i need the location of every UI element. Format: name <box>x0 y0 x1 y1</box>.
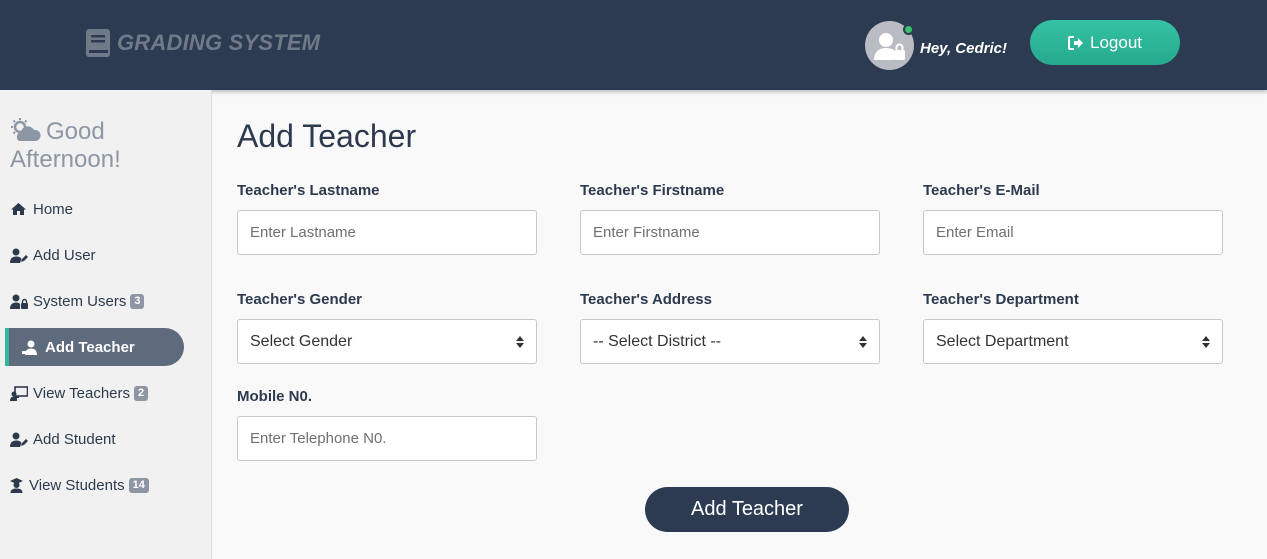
lastname-label: Teacher's Lastname <box>237 182 380 199</box>
users-lock-icon <box>10 293 28 309</box>
mobile-input[interactable] <box>237 416 537 461</box>
address-label: Teacher's Address <box>580 291 712 308</box>
user-avatar[interactable] <box>865 21 914 70</box>
sidebar-item-add-teacher[interactable]: Add Teacher <box>5 328 184 366</box>
sidebar-item-home[interactable]: Home <box>10 190 73 228</box>
sidebar-item-label: Add Teacher <box>45 338 135 356</box>
logout-label: Logout <box>1090 32 1142 52</box>
sidebar-item-label: Add Student <box>33 430 116 448</box>
email-input[interactable] <box>923 210 1223 255</box>
gender-selected-value: Select Gender <box>250 332 353 350</box>
department-select[interactable]: Select Department <box>923 319 1223 364</box>
address-select[interactable]: -- Select District -- <box>580 319 880 364</box>
mobile-label: Mobile N0. <box>237 388 313 405</box>
sidebar-item-label: View Teachers <box>33 384 131 402</box>
greeting-line2: Afternoon! <box>10 146 121 173</box>
sidebar-item-label: System Users <box>33 292 127 310</box>
user-greeting: Hey, Cedric! <box>920 40 1007 57</box>
gender-label: Teacher's Gender <box>237 291 363 308</box>
teacher-add-icon <box>22 339 40 355</box>
sidebar-item-view-teachers[interactable]: View Teachers 2 <box>10 374 149 412</box>
count-badge: 14 <box>128 477 149 493</box>
sidebar-item-view-students[interactable]: View Students 14 <box>10 466 149 504</box>
user-edit-icon <box>10 247 28 263</box>
firstname-label: Teacher's Firstname <box>580 182 725 199</box>
chalkboard-teacher-icon <box>10 385 28 401</box>
count-badge: 2 <box>134 385 149 401</box>
brand-logo[interactable]: GRADING SYSTEM <box>85 28 320 58</box>
sidebar-item-label: Add User <box>33 246 96 264</box>
sidebar-item-add-user[interactable]: Add User <box>10 236 96 274</box>
add-teacher-button[interactable]: Add Teacher <box>645 487 849 532</box>
greeting-line1: Good <box>46 118 105 145</box>
address-selected-value: -- Select District -- <box>593 332 721 350</box>
select-arrows-icon <box>859 335 867 348</box>
weather-icon <box>11 118 41 141</box>
firstname-input[interactable] <box>580 210 880 255</box>
book-icon <box>86 29 110 57</box>
time-greeting: Good Afternoon! <box>10 118 200 174</box>
brand-title: GRADING SYSTEM <box>117 30 321 55</box>
department-selected-value: Select Department <box>936 332 1069 350</box>
sidebar-item-label: Home <box>33 200 74 218</box>
sidebar: Good Afternoon! Home Add User System Use… <box>0 90 212 559</box>
sidebar-item-add-student[interactable]: Add Student <box>10 420 116 458</box>
home-icon <box>10 201 28 217</box>
page-title: Add Teacher <box>237 118 417 154</box>
user-lock-icon <box>873 32 905 60</box>
lastname-input[interactable] <box>237 210 537 255</box>
sidebar-item-label: View Students <box>29 476 125 494</box>
count-badge: 3 <box>130 293 145 309</box>
graduate-icon <box>10 477 24 493</box>
department-label: Teacher's Department <box>923 291 1079 308</box>
email-label: Teacher's E-Mail <box>923 182 1040 199</box>
gender-select[interactable]: Select Gender <box>237 319 537 364</box>
logout-button[interactable]: Logout <box>1030 20 1180 65</box>
select-arrows-icon <box>1202 335 1210 348</box>
select-arrows-icon <box>516 335 524 348</box>
sign-out-icon <box>1068 35 1083 50</box>
sidebar-item-system-users[interactable]: System Users 3 <box>10 282 145 320</box>
user-edit-icon <box>10 431 28 447</box>
top-navbar: GRADING SYSTEM Hey, Cedric! Logout <box>0 0 1267 90</box>
online-status-dot <box>903 24 914 35</box>
